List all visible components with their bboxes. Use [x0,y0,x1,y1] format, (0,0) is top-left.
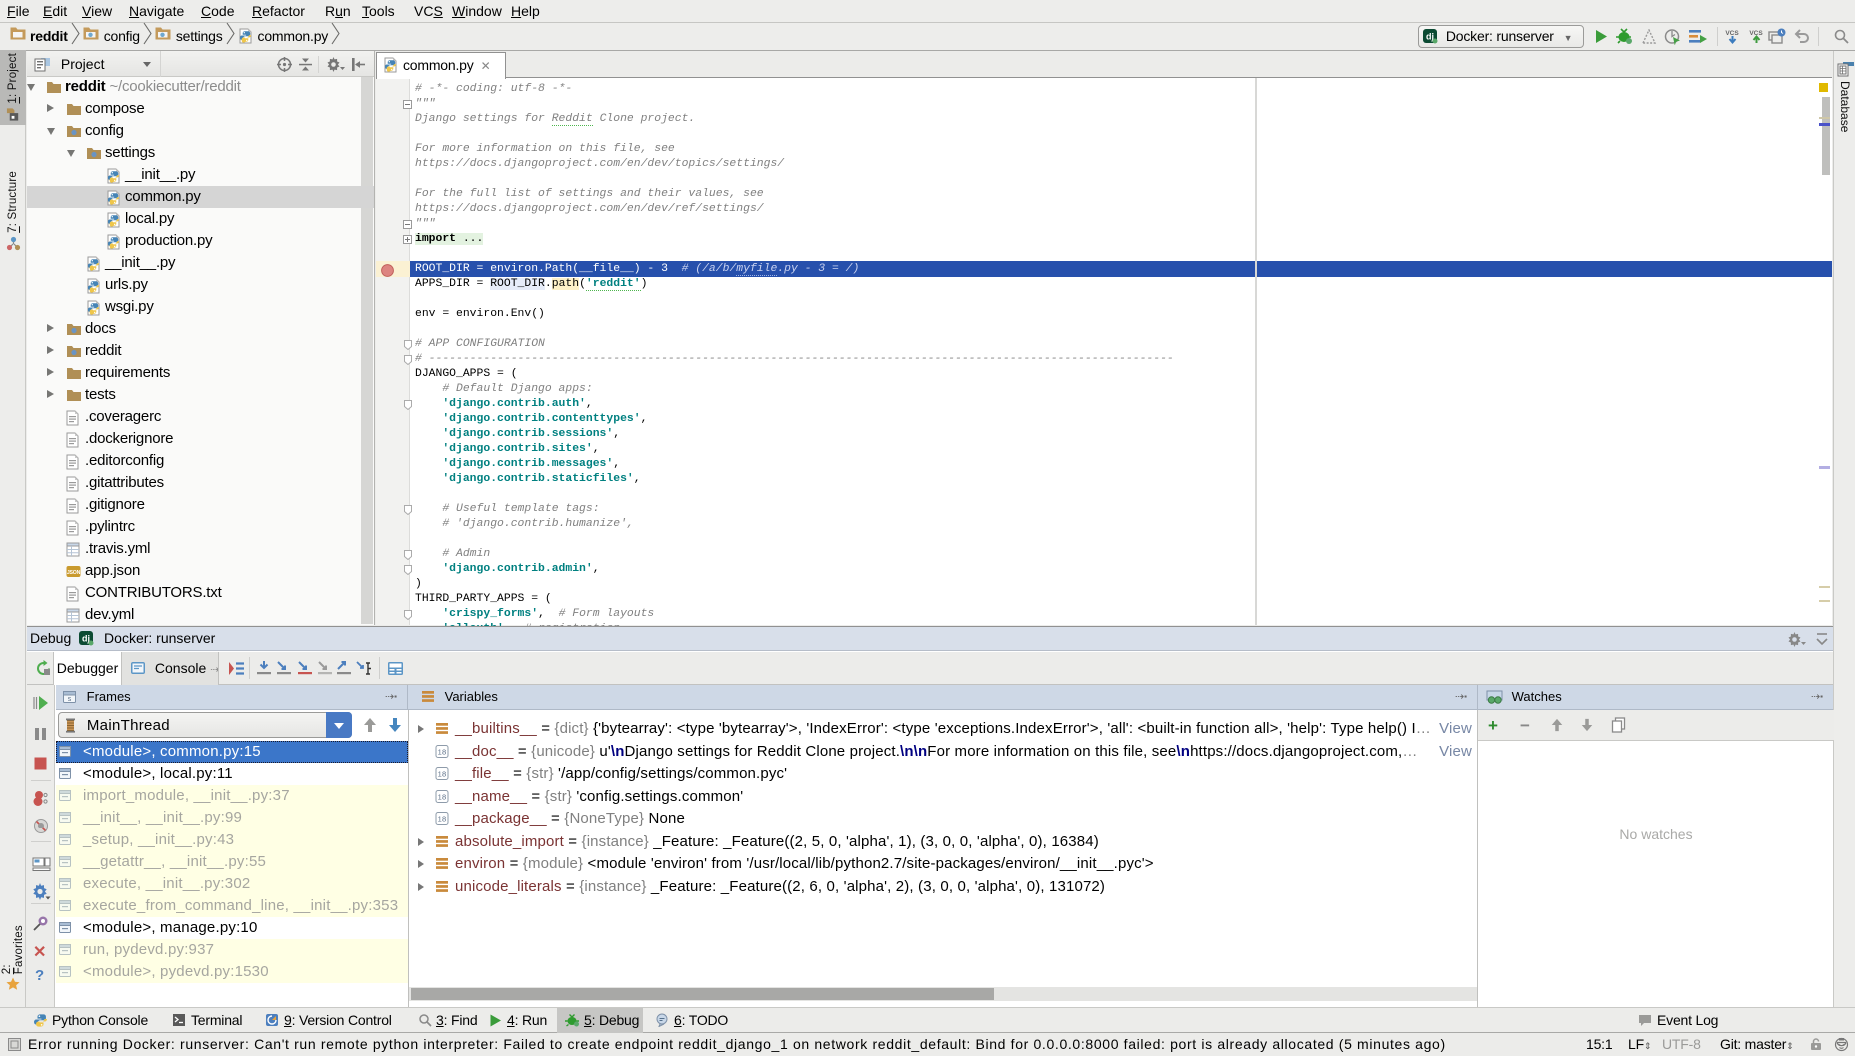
svg-text:s: s [67,696,71,704]
svg-text:VCS: VCS [1725,30,1739,37]
svg-text:18: 18 [438,770,447,779]
svg-text:18: 18 [438,747,447,756]
svg-text:JSON: JSON [67,570,81,576]
svg-text:18: 18 [438,792,447,801]
svg-text:18: 18 [438,815,447,824]
